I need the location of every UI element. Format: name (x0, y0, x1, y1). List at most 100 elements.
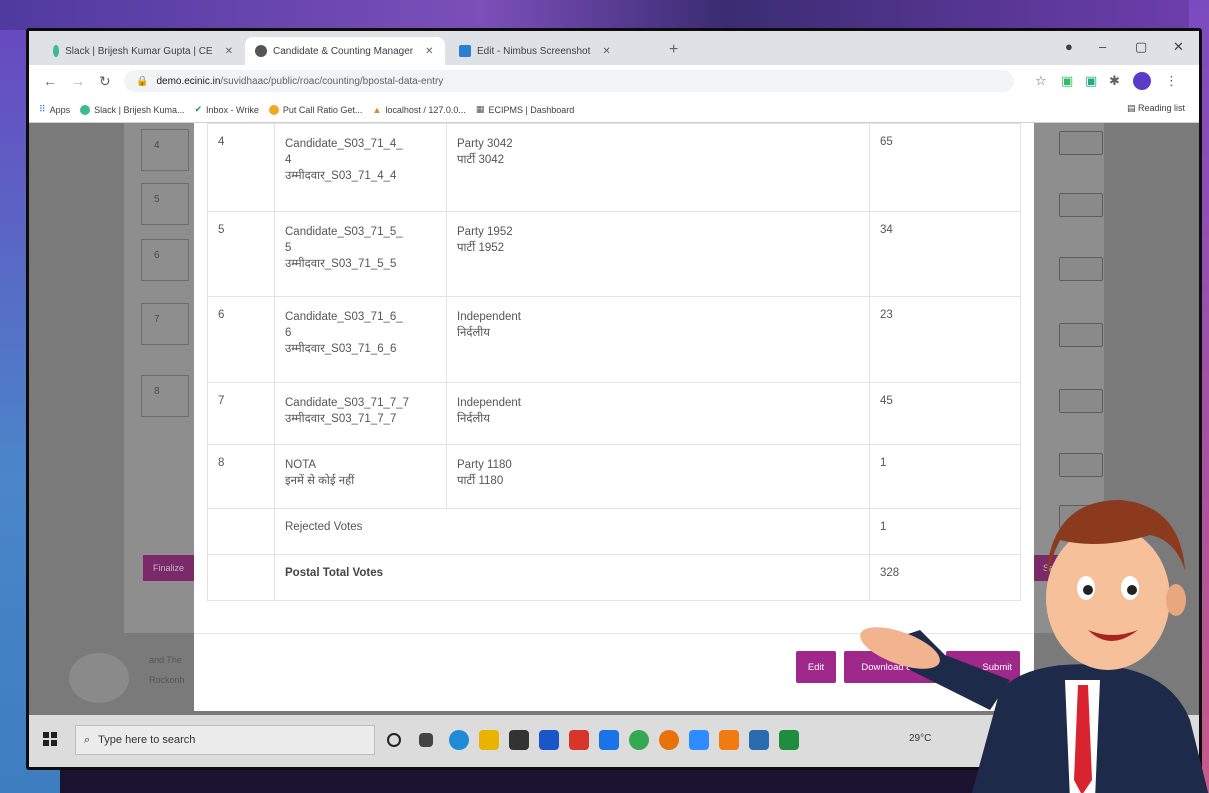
tab-candidate[interactable]: Candidate & Counting Manager ✕ (245, 37, 445, 65)
sno-cell: 8 (207, 444, 275, 509)
puzzle-icon[interactable]: ✱ (1109, 73, 1120, 89)
task-view-icon[interactable] (419, 733, 433, 747)
close-icon[interactable]: ✕ (602, 46, 610, 57)
dashboard-icon: ▦ (475, 104, 485, 114)
mail-icon[interactable] (599, 730, 619, 750)
windows-start-icon[interactable] (43, 732, 57, 746)
cartoon-presenter (860, 500, 1209, 793)
phpmyadmin-icon: ▲ (372, 104, 382, 115)
total-label: Postal Total Votes (274, 554, 870, 601)
zoom-icon[interactable] (689, 730, 709, 750)
empty-cell (207, 508, 275, 555)
bookmark-item[interactable]: ▲ localhost / 127.0.0... (372, 105, 465, 115)
tab-bar: Slack | Brijesh Kumar Gupta | CE ✕ Candid… (29, 31, 1199, 65)
address-toolbar: ← → ↻ 🔒 demo.ecinic.in/suvidhaac/public/r… (29, 65, 1199, 97)
extension-icon[interactable]: ▣ (1085, 73, 1097, 89)
chrome-icon[interactable] (629, 730, 649, 750)
tab-slack[interactable]: Slack | Brijesh Kumar Gupta | CE ✕ (43, 37, 243, 65)
sublime-icon[interactable] (719, 730, 739, 750)
extension-icon[interactable]: ▣ (1061, 73, 1073, 89)
party-name: Party 1180 (457, 459, 512, 471)
party-name-hindi: निर्दलीय (457, 413, 490, 425)
cortana-icon[interactable] (387, 733, 401, 747)
background-top (0, 0, 1209, 30)
candidate-name-hindi: इनमें से कोई नहीं (285, 475, 355, 487)
mcafee-icon[interactable] (569, 730, 589, 750)
close-icon[interactable]: ✕ (225, 46, 233, 57)
address-bar[interactable]: 🔒 demo.ecinic.in/suvidhaac/public/roac/co… (124, 70, 1014, 92)
bookmark-apps[interactable]: ⠿ Apps (39, 104, 70, 115)
store-icon[interactable] (509, 730, 529, 750)
nimbus-icon (459, 45, 471, 57)
bg-row: 7 (141, 303, 189, 345)
party-name: Party 3042 (457, 138, 513, 150)
close-window-icon[interactable]: ✕ (1173, 39, 1184, 55)
ratio-icon (268, 104, 279, 115)
reload-icon[interactable]: ↻ (99, 73, 111, 90)
candidate-cell: Candidate_S03_71_4_ 4 उम्मीदवार_S03_71_4_4 (274, 123, 447, 212)
empty-cell (207, 554, 275, 601)
avatar[interactable] (1133, 72, 1151, 90)
tab-nimbus[interactable]: Edit - Nimbus Screenshot ✕ (449, 37, 649, 65)
excel-icon[interactable] (779, 730, 799, 750)
candidate-name: NOTA (285, 459, 317, 471)
forward-icon[interactable]: → (71, 73, 85, 89)
table-row: 5 Candidate_S03_71_5_ 5 उम्मीदवार_S03_71_5… (207, 211, 1021, 297)
bg-input (1059, 257, 1103, 281)
bookmark-item[interactable]: ✔ Inbox - Wrike (194, 104, 258, 115)
votes-cell: 65 (869, 123, 1021, 212)
party-name-hindi: निर्दलीय (457, 327, 490, 339)
bookmark-item[interactable]: Slack | Brijesh Kuma... (80, 104, 185, 115)
bookmark-item[interactable]: Put Call Ratio Get... (268, 104, 362, 115)
candidate-name: Candidate_S03_71_5_ (285, 226, 403, 238)
sno-cell: 7 (207, 382, 275, 445)
restore-icon[interactable]: ▢ (1135, 39, 1147, 55)
candidate-cell: NOTA इनमें से कोई नहीं (274, 444, 447, 509)
candidate-name-hindi: उम्मीदवार_S03_71_5_5 (285, 258, 397, 270)
menu-icon[interactable]: ⋮ (1165, 73, 1178, 89)
search-icon: ⌕ (84, 733, 91, 746)
candidate-name: Candidate_S03_71_4_ (285, 138, 403, 150)
party-name-hindi: पार्टी 1180 (457, 475, 504, 487)
sno-cell: 5 (207, 211, 275, 297)
bookmark-label: Apps (49, 104, 71, 115)
url-path: /suvidhaac/public/roac/counting/bpostal-… (220, 75, 444, 87)
bg-row: 5 (141, 183, 189, 225)
app-icon[interactable] (539, 730, 559, 750)
bg-row: 6 (141, 239, 189, 281)
search-placeholder: Type here to search (98, 734, 196, 746)
new-tab-icon[interactable]: + (669, 41, 678, 59)
reading-list[interactable]: ▤ Reading list (1127, 103, 1185, 114)
taskbar-search[interactable]: ⌕ Type here to search (75, 725, 375, 755)
party-name: Independent (457, 311, 521, 323)
sno-cell: 6 (207, 296, 275, 383)
edit-button[interactable]: Edit (796, 651, 836, 683)
file-explorer-icon[interactable] (479, 730, 499, 750)
bookmarks-bar: ⠿ Apps Slack | Brijesh Kuma... ✔ Inbox - W… (29, 97, 1199, 123)
firefox-icon[interactable] (659, 730, 679, 750)
party-name-hindi: पार्टी 3042 (457, 154, 505, 166)
close-icon[interactable]: ✕ (425, 46, 433, 57)
party-cell: Party 3042 पार्टी 3042 (446, 123, 870, 212)
bg-row: 8 (141, 375, 189, 417)
edge-icon[interactable] (449, 730, 469, 750)
tab-title: Edit - Nimbus Screenshot (477, 45, 591, 57)
slack-icon (80, 104, 91, 115)
candidate-cell: Candidate_S03_71_7_7 उम्मीदवार_S03_71_7_7 (274, 382, 447, 445)
bookmark-label: Slack | Brijesh Kuma... (94, 104, 185, 115)
back-icon[interactable]: ← (43, 73, 57, 89)
party-name: Party 1952 (457, 226, 513, 238)
url-domain: demo.ecinic.in (156, 75, 221, 87)
lock-icon: 🔒 (136, 75, 149, 87)
candidate-name-hindi: उम्मीदवार_S03_71_6_6 (285, 343, 397, 355)
party-name-hindi: पार्टी 1952 (457, 242, 505, 254)
rejected-label: Rejected Votes (274, 508, 870, 555)
bookmark-item[interactable]: ▦ ECIPMS | Dashboard (476, 104, 574, 115)
star-icon[interactable]: ☆ (1035, 73, 1047, 89)
votes-cell: 45 (869, 382, 1021, 445)
party-cell: Independent निर्दलीय (446, 382, 870, 445)
slack-icon (53, 45, 60, 57)
app-icon[interactable] (749, 730, 769, 750)
minimize-icon[interactable]: – (1099, 39, 1106, 54)
pupil (1083, 585, 1093, 595)
